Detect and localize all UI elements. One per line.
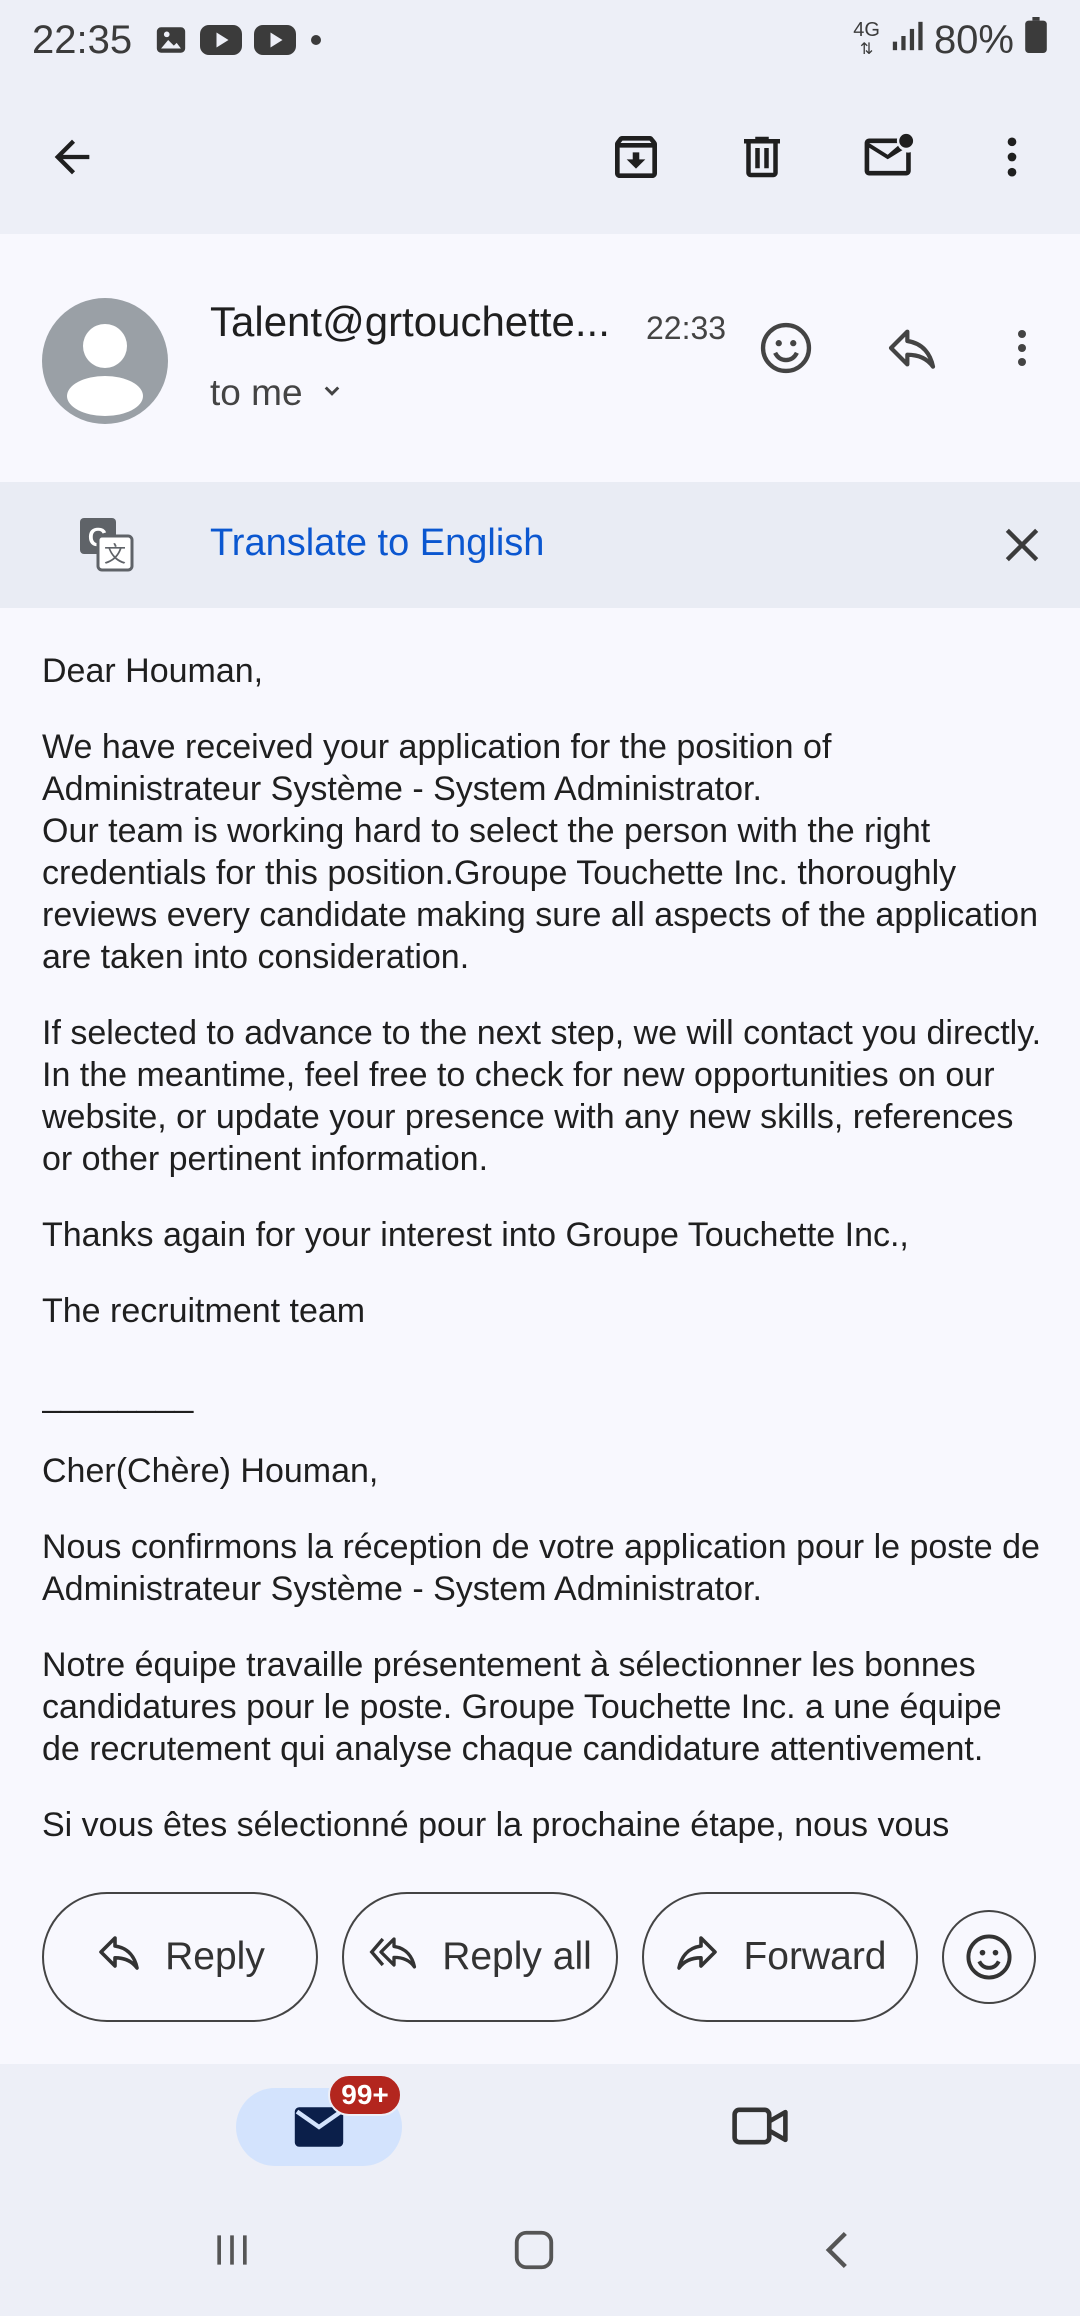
recents-icon[interactable]: [192, 2210, 272, 2290]
gallery-icon: [154, 23, 188, 57]
back-arrow-icon[interactable]: [32, 117, 112, 197]
body-paragraph: We have received your application for th…: [42, 726, 1042, 978]
battery-label: 80%: [933, 17, 1014, 62]
body-paragraph: Thanks again for your interest into Grou…: [42, 1216, 909, 1254]
translate-link[interactable]: Translate to English: [210, 522, 544, 565]
svg-text:文: 文: [104, 543, 126, 568]
signal-icon: [890, 18, 924, 63]
body-paragraph: Si vous êtes sélectionné pour la prochai…: [42, 1806, 950, 1844]
status-time: 22:35: [32, 17, 133, 62]
body-paragraph: Nous confirmons la réception de votre ap…: [42, 1528, 1040, 1608]
system-nav: [0, 2184, 1080, 2316]
reply-all-icon: [368, 1928, 420, 1986]
body-greeting-fr: Cher(Chère) Houman,: [42, 1452, 379, 1490]
home-icon[interactable]: [494, 2210, 574, 2290]
forward-button[interactable]: Forward: [642, 1892, 918, 2022]
more-vert-icon[interactable]: [972, 117, 1052, 197]
reply-icon: [95, 1928, 143, 1986]
reply-all-label: Reply all: [442, 1935, 592, 1978]
emoji-react-button[interactable]: [942, 1910, 1036, 2004]
sender-name[interactable]: Talent@grtouchette...: [210, 298, 610, 346]
translate-bar: G 文 Translate to English: [0, 482, 1080, 608]
close-icon[interactable]: [982, 505, 1062, 585]
body-signature: The recruitment team: [42, 1292, 366, 1330]
message-header: Talent@grtouchette... 22:33 to me: [0, 234, 1080, 482]
body-divider: ________: [42, 1376, 194, 1414]
trash-icon[interactable]: [722, 117, 802, 197]
battery-icon: [1024, 17, 1048, 63]
message-body: Dear Houman, We have received your appli…: [42, 650, 1042, 1850]
back-nav-icon[interactable]: [798, 2210, 878, 2290]
chevron-down-icon: [317, 372, 347, 414]
bottom-nav: 99+: [0, 2064, 1080, 2184]
recipient-label: to me: [210, 372, 303, 413]
status-bar: 22:35 4G ⇅ 80%: [0, 0, 1080, 80]
network-label: 4G: [853, 19, 880, 41]
reply-icon[interactable]: [872, 308, 952, 388]
reply-label: Reply: [165, 1935, 265, 1978]
reply-all-button[interactable]: Reply all: [342, 1892, 618, 2022]
reply-button[interactable]: Reply: [42, 1892, 318, 2022]
forward-label: Forward: [743, 1935, 887, 1978]
mark-unread-icon[interactable]: [850, 117, 930, 197]
forward-icon: [673, 1928, 721, 1986]
dot-icon: [308, 32, 324, 48]
recipient-toggle[interactable]: to me: [210, 372, 347, 414]
emoji-icon: [966, 1934, 1012, 1980]
more-vert-icon[interactable]: [982, 308, 1062, 388]
message-toolbar: [0, 80, 1080, 234]
body-line: Our team is working hard to select the p…: [42, 812, 1038, 976]
video-icon[interactable]: [720, 2086, 800, 2166]
body-greeting: Dear Houman,: [42, 652, 264, 690]
emoji-icon[interactable]: [746, 308, 826, 388]
network-icon: 4G ⇅: [853, 19, 880, 58]
body-paragraph: If selected to advance to the next step,…: [42, 1014, 1042, 1178]
archive-icon[interactable]: [596, 117, 676, 197]
nav-mail[interactable]: 99+: [236, 2074, 402, 2166]
youtube-icon: [200, 24, 243, 56]
body-paragraph: Notre équipe travaille présentement à sé…: [42, 1646, 1002, 1768]
youtube-icon: [254, 24, 297, 56]
avatar[interactable]: [42, 298, 168, 424]
body-line: We have received your application for th…: [42, 728, 832, 808]
action-bar: Reply Reply all Forward: [0, 1850, 1080, 2064]
translate-icon: G 文: [66, 504, 146, 584]
message-time: 22:33: [646, 310, 727, 346]
unread-badge: 99+: [328, 2074, 402, 2116]
